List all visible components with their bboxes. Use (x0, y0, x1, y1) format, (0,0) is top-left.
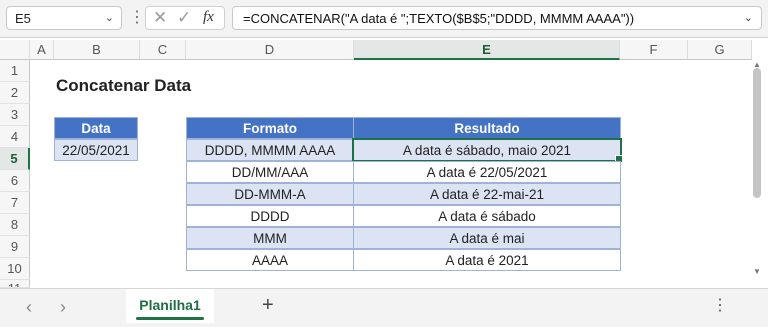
column-header-g[interactable]: G (688, 40, 752, 60)
vertical-scrollbar[interactable]: ▲ ▼ (752, 60, 762, 276)
sheet-title[interactable]: Concatenar Data (56, 76, 191, 96)
plus-icon[interactable]: + (262, 294, 274, 317)
format-cell[interactable]: AAAA (186, 249, 354, 271)
expand-formula-icon[interactable]: ⌄ (744, 11, 753, 24)
formula-tools: ✕ ✓ fx (145, 6, 225, 30)
chevron-left-icon[interactable]: ‹ (26, 297, 32, 318)
row-header-1[interactable]: 1 (0, 60, 30, 82)
sheet-tab-planilha1[interactable]: Planilha1 (126, 289, 214, 323)
date-header-cell[interactable]: Data (54, 117, 138, 139)
result-cell[interactable]: A data é 22-mai-21 (353, 183, 621, 205)
format-header-cell[interactable]: Formato (186, 117, 354, 139)
sheet-tab-label: Planilha1 (139, 297, 201, 313)
more-options-icon[interactable]: ⋮ (129, 6, 145, 30)
active-tab-indicator (136, 317, 204, 320)
row-header-3[interactable]: 3 (0, 104, 30, 126)
formula-text: =CONCATENAR("A data é ";TEXTO($B$5;"DDDD… (243, 11, 635, 26)
column-header-b[interactable]: B (54, 40, 140, 60)
format-cell[interactable]: DD-MMM-A (186, 183, 354, 205)
format-cell[interactable]: DDDD, MMMM AAAA (186, 139, 354, 161)
row-header-5[interactable]: 5 (0, 148, 30, 170)
row-header-8[interactable]: 8 (0, 214, 30, 236)
row-header-4[interactable]: 4 (0, 126, 30, 148)
insert-function-icon[interactable]: fx (203, 9, 214, 26)
scroll-down-icon[interactable]: ▼ (753, 267, 761, 276)
cancel-icon[interactable]: ✕ (153, 8, 167, 28)
formula-bar: E5 ⌄ ⋮ ✕ ✓ fx =CONCATENAR("A data é ";TE… (0, 0, 768, 38)
column-header-e[interactable]: E (354, 40, 620, 60)
result-header-cell[interactable]: Resultado (353, 117, 621, 139)
format-cell[interactable]: DD/MM/AAA (186, 161, 354, 183)
more-options-icon[interactable]: ⋮ (712, 295, 728, 315)
check-icon[interactable]: ✓ (177, 8, 191, 28)
row-header-7[interactable]: 7 (0, 192, 30, 214)
result-cell-active[interactable]: A data é sábado, maio 2021 (352, 138, 622, 162)
result-cell[interactable]: A data é 22/05/2021 (353, 161, 621, 183)
result-cell[interactable]: A data é sábado (353, 205, 621, 227)
row-header-6[interactable]: 6 (0, 170, 30, 192)
row-header-2[interactable]: 2 (0, 82, 30, 104)
date-value-cell[interactable]: 22/05/2021 (54, 139, 138, 161)
column-header-d[interactable]: D (186, 40, 354, 60)
name-box-value: E5 (15, 11, 31, 26)
result-cell[interactable]: A data é 2021 (353, 249, 621, 271)
format-cell[interactable]: MMM (186, 227, 354, 249)
name-box[interactable]: E5 ⌄ (6, 6, 122, 30)
row-header-10[interactable]: 10 (0, 258, 30, 280)
format-cell[interactable]: DDDD (186, 205, 354, 227)
column-header-f[interactable]: F (620, 40, 688, 60)
scrollbar-thumb[interactable] (753, 68, 761, 198)
row-header-11[interactable]: 11 (0, 280, 30, 288)
row-header-9[interactable]: 9 (0, 236, 30, 258)
select-all-corner[interactable] (0, 40, 30, 60)
chevron-down-icon[interactable]: ⌄ (105, 11, 114, 24)
column-header-c[interactable]: C (140, 40, 186, 60)
column-header-a[interactable]: A (30, 40, 54, 60)
sheet-tab-bar: ‹ › Planilha1 + ⋮ (0, 288, 768, 327)
formula-input[interactable]: =CONCATENAR("A data é ";TEXTO($B$5;"DDDD… (232, 6, 762, 30)
chevron-right-icon[interactable]: › (60, 297, 66, 318)
result-cell[interactable]: A data é mai (353, 227, 621, 249)
